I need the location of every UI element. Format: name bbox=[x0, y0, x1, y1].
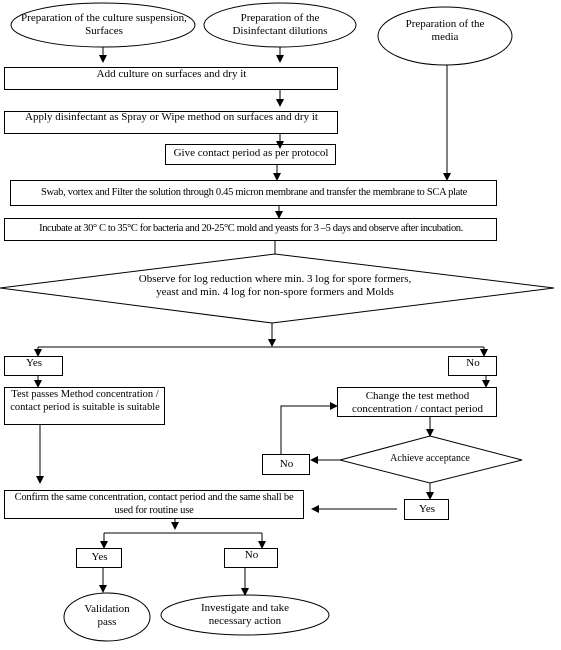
add-culture-label: Add culture on surfaces and dry it bbox=[96, 68, 247, 80]
test-passes-label: Test passes Method concentration / conta… bbox=[10, 389, 160, 413]
prep-culture-label: Preparation of the culture suspension, S… bbox=[21, 12, 187, 37]
no-3-label: No bbox=[244, 549, 259, 561]
prep-media-label: Preparation of the media bbox=[405, 18, 485, 43]
contact-period-label: Give contact period as per protocol bbox=[173, 147, 329, 159]
flowchart: Preparation of the culture suspension, S… bbox=[0, 0, 561, 650]
no-2-label: No bbox=[279, 458, 294, 470]
prep-disinfectant-label: Preparation of the Disinfectant dilution… bbox=[232, 12, 328, 37]
observe-decision-label: Observe for log reduction where min. 3 l… bbox=[138, 273, 412, 298]
no-1-label: No bbox=[466, 357, 480, 369]
incubate-label: Incubate at 30° C to 35°C for bacteria a… bbox=[39, 223, 463, 234]
swab-filter-label: Swab, vortex and Filter the solution thr… bbox=[40, 187, 468, 198]
acceptance-decision-label: Achieve acceptance criteria bbox=[390, 453, 470, 464]
yes-2-label: Yes bbox=[418, 503, 435, 515]
apply-disinfectant-label: Apply disinfectant as Spray or Wipe meth… bbox=[25, 111, 318, 123]
confirm-label: Confirm the same concentration, contact … bbox=[14, 492, 294, 516]
yes-3-label: Yes bbox=[91, 551, 108, 563]
investigate-label: Investigate and take necessary action bbox=[201, 602, 289, 627]
yes-1-label: Yes bbox=[25, 357, 42, 369]
change-method-label: Change the test method concentration / c… bbox=[351, 390, 484, 415]
validation-pass-label: Validation pass bbox=[84, 603, 130, 628]
